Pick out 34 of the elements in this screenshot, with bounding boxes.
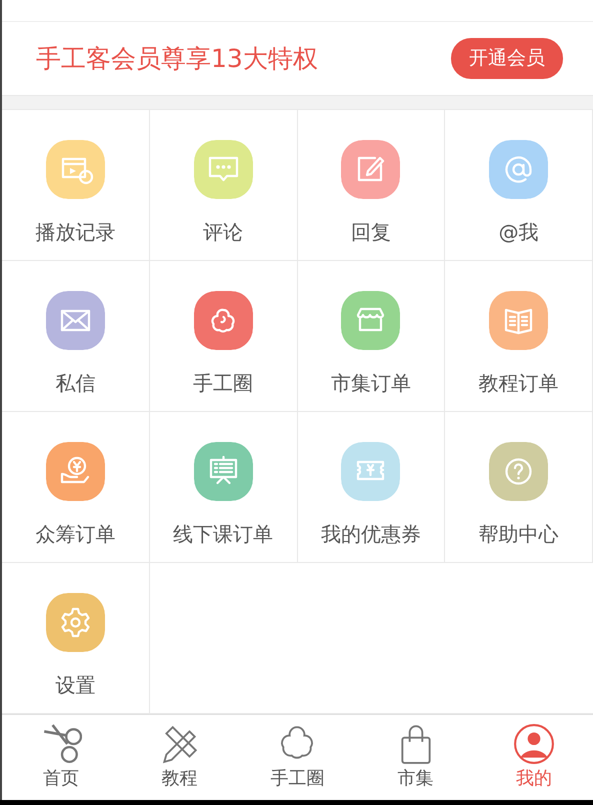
menu-item-label[interactable]: @我	[498, 217, 539, 247]
at-sign-icon[interactable]	[489, 140, 548, 199]
tab[interactable]: 市集	[360, 715, 471, 800]
menu-item-label[interactable]: 帮助中心	[478, 519, 559, 549]
menu-item-label[interactable]: 播放记录	[35, 217, 116, 247]
menu-item-label[interactable]: 市集订单	[330, 368, 411, 398]
menu-item-label[interactable]: 评论	[203, 217, 244, 247]
menu-item-label[interactable]: 手工圈	[193, 368, 254, 398]
menu-item-label[interactable]: 教程订单	[478, 368, 559, 398]
presentation-board-icon[interactable]	[194, 442, 253, 501]
film-clock-icon[interactable]	[46, 140, 105, 199]
flower-icon[interactable]	[194, 291, 253, 350]
menu-item-label[interactable]: 线下课订单	[173, 519, 274, 549]
menu-item-label[interactable]: 众筹订单	[35, 519, 116, 549]
storefront-icon[interactable]	[341, 291, 400, 350]
edit-icon[interactable]	[341, 140, 400, 199]
menu-item-label[interactable]: 设置	[55, 670, 96, 700]
coin-hand-icon[interactable]	[46, 442, 105, 501]
envelope-icon[interactable]	[46, 291, 105, 350]
tab[interactable]: 手工圈	[242, 715, 352, 800]
menu-item-label[interactable]: 回复	[350, 217, 391, 247]
profile-icon	[512, 723, 555, 765]
tab[interactable]: 教程	[124, 715, 234, 800]
membership-promo: 手工客会员尊享13大特权	[36, 42, 318, 75]
tab[interactable]: 我的	[478, 715, 589, 800]
ticket-icon[interactable]	[341, 442, 400, 501]
chat-bubble-icon[interactable]	[194, 140, 253, 199]
menu-item-label[interactable]: 我的优惠券	[320, 519, 421, 549]
tab[interactable]: 首页	[6, 715, 116, 800]
menu-item-label[interactable]: 私信	[55, 368, 96, 398]
join-membership-button[interactable]: 开通会员	[451, 38, 563, 79]
open-book-icon[interactable]	[489, 291, 548, 350]
help-icon[interactable]	[489, 442, 548, 501]
settings-icon[interactable]	[46, 593, 105, 652]
